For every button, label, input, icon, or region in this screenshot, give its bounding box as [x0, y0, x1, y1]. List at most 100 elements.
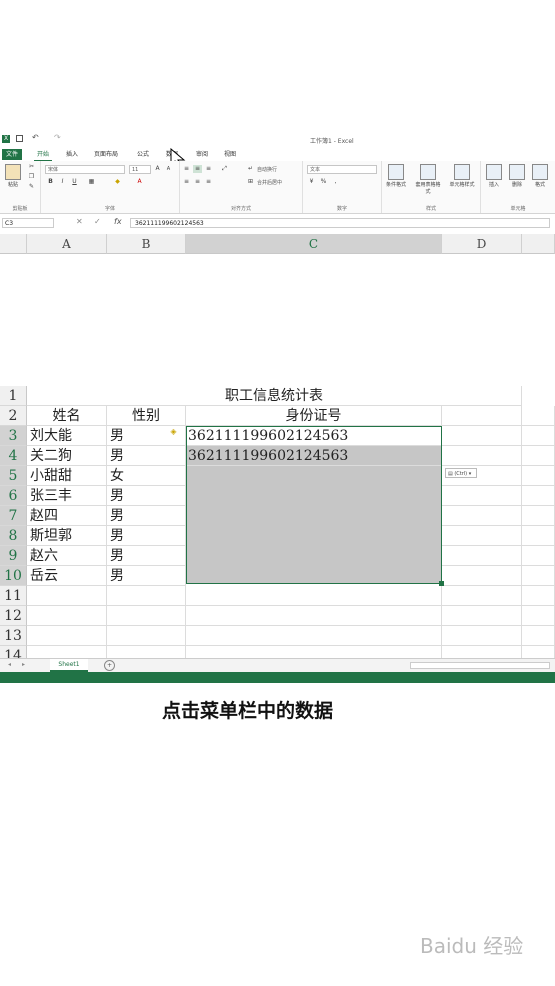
- select-all-corner[interactable]: [0, 234, 27, 254]
- merge-center-icon[interactable]: ⊞: [246, 178, 255, 186]
- number-format-select[interactable]: 文本: [307, 165, 377, 174]
- row-header[interactable]: 2: [0, 406, 27, 426]
- error-check-icon[interactable]: ◈: [169, 427, 178, 436]
- tab-insert[interactable]: 插入: [63, 149, 81, 160]
- empty-cell[interactable]: [522, 406, 555, 426]
- empty-cell[interactable]: [442, 566, 522, 586]
- empty-cell[interactable]: [522, 526, 555, 546]
- column-header-b[interactable]: B: [107, 234, 186, 254]
- row-header[interactable]: 3: [0, 426, 27, 446]
- id-cell-c3[interactable]: 362111199602124563: [186, 426, 442, 446]
- name-cell[interactable]: 小甜甜: [27, 466, 107, 486]
- row-header[interactable]: 7: [0, 506, 27, 526]
- increase-font-icon[interactable]: A: [153, 165, 162, 173]
- gender-cell[interactable]: 男: [107, 526, 186, 546]
- currency-icon[interactable]: ¥: [307, 178, 316, 186]
- enter-icon[interactable]: ✓: [94, 217, 101, 226]
- font-name-select[interactable]: 宋体: [45, 165, 125, 174]
- gender-cell[interactable]: [107, 606, 186, 626]
- row-header[interactable]: 11: [0, 586, 27, 606]
- row-header[interactable]: 10: [0, 566, 27, 586]
- row-header[interactable]: 9: [0, 546, 27, 566]
- next-sheet-icon[interactable]: ▸: [22, 661, 25, 668]
- empty-cell[interactable]: [522, 446, 555, 466]
- row-header[interactable]: 1: [0, 386, 27, 406]
- row-header[interactable]: 12: [0, 606, 27, 626]
- name-cell[interactable]: 赵六: [27, 546, 107, 566]
- empty-cell[interactable]: [442, 626, 522, 646]
- gender-cell[interactable]: [107, 626, 186, 646]
- column-header-a[interactable]: A: [27, 234, 107, 254]
- delete-button[interactable]: 删除: [506, 164, 528, 188]
- orientation-icon[interactable]: ⤢: [220, 165, 229, 173]
- format-painter-icon[interactable]: ✎: [27, 183, 36, 191]
- row-header[interactable]: 4: [0, 446, 27, 466]
- save-icon[interactable]: [16, 135, 23, 142]
- name-cell[interactable]: [27, 626, 107, 646]
- align-right-icon[interactable]: ≡: [204, 178, 213, 186]
- name-cell[interactable]: 刘大能: [27, 426, 107, 446]
- gender-cell[interactable]: 男: [107, 546, 186, 566]
- empty-cell[interactable]: [522, 506, 555, 526]
- undo-icon[interactable]: ↶: [32, 133, 39, 142]
- horizontal-scrollbar[interactable]: [410, 662, 550, 669]
- prev-sheet-icon[interactable]: ◂: [8, 661, 11, 668]
- insert-function-icon[interactable]: fx: [114, 217, 122, 226]
- empty-cell[interactable]: [522, 626, 555, 646]
- empty-cell[interactable]: [522, 546, 555, 566]
- underline-button[interactable]: U: [70, 178, 79, 186]
- empty-cell[interactable]: [442, 526, 522, 546]
- gender-cell[interactable]: [107, 586, 186, 606]
- empty-cell[interactable]: [522, 566, 555, 586]
- redo-icon[interactable]: ↷: [54, 133, 61, 142]
- align-center-icon[interactable]: ≡: [193, 178, 202, 186]
- tab-home[interactable]: 开始: [34, 149, 53, 161]
- empty-cell[interactable]: [442, 546, 522, 566]
- name-box[interactable]: C3: [2, 218, 54, 228]
- bold-button[interactable]: B: [46, 178, 55, 186]
- paste-options-button[interactable]: ▤ (Ctrl) ▾: [445, 468, 477, 478]
- font-size-select[interactable]: 11: [129, 165, 151, 174]
- formula-input[interactable]: 362111199602124563: [130, 218, 550, 228]
- empty-cell[interactable]: [442, 446, 522, 466]
- empty-cell[interactable]: [442, 606, 522, 626]
- empty-cell[interactable]: [522, 586, 555, 606]
- name-cell[interactable]: 岳云: [27, 566, 107, 586]
- empty-cell[interactable]: [186, 626, 442, 646]
- gender-cell[interactable]: 男: [107, 486, 186, 506]
- gender-cell[interactable]: 女: [107, 466, 186, 486]
- gender-cell[interactable]: 男: [107, 566, 186, 586]
- empty-cell[interactable]: [186, 586, 442, 606]
- sheet-tab-sheet1[interactable]: Sheet1: [50, 659, 88, 672]
- empty-cell[interactable]: [442, 406, 522, 426]
- name-cell[interactable]: [27, 586, 107, 606]
- percent-icon[interactable]: %: [319, 178, 328, 186]
- row-header[interactable]: 8: [0, 526, 27, 546]
- header-gender-cell[interactable]: 性别: [107, 406, 186, 426]
- empty-cell[interactable]: [522, 486, 555, 506]
- name-cell[interactable]: 张三丰: [27, 486, 107, 506]
- decrease-font-icon[interactable]: A: [164, 165, 173, 173]
- cut-icon[interactable]: ✂: [27, 163, 36, 171]
- column-header-d[interactable]: D: [442, 234, 522, 254]
- row-header[interactable]: 6: [0, 486, 27, 506]
- comma-icon[interactable]: ,: [331, 178, 340, 186]
- header-name-cell[interactable]: 姓名: [27, 406, 107, 426]
- align-bottom-icon[interactable]: ≡: [204, 165, 213, 173]
- tab-review[interactable]: 审阅: [193, 149, 211, 160]
- name-cell[interactable]: [27, 606, 107, 626]
- add-sheet-icon[interactable]: +: [104, 660, 115, 671]
- empty-cell[interactable]: [522, 466, 555, 486]
- tab-file[interactable]: 文件: [2, 149, 22, 160]
- italic-button[interactable]: I: [58, 178, 67, 186]
- format-button[interactable]: 格式: [529, 164, 551, 188]
- fill-handle[interactable]: [439, 581, 444, 586]
- border-icon[interactable]: ▦: [87, 178, 96, 186]
- header-id-cell[interactable]: 身份证号: [186, 406, 442, 426]
- fill-color-icon[interactable]: ◆: [113, 178, 122, 186]
- row-header[interactable]: 5: [0, 466, 27, 486]
- empty-cell[interactable]: [442, 586, 522, 606]
- wrap-text-label[interactable]: 自动换行: [257, 166, 277, 173]
- sheet-title-cell[interactable]: 职工信息统计表: [27, 386, 522, 406]
- id-cell-c4[interactable]: 362111199602124563: [186, 446, 442, 466]
